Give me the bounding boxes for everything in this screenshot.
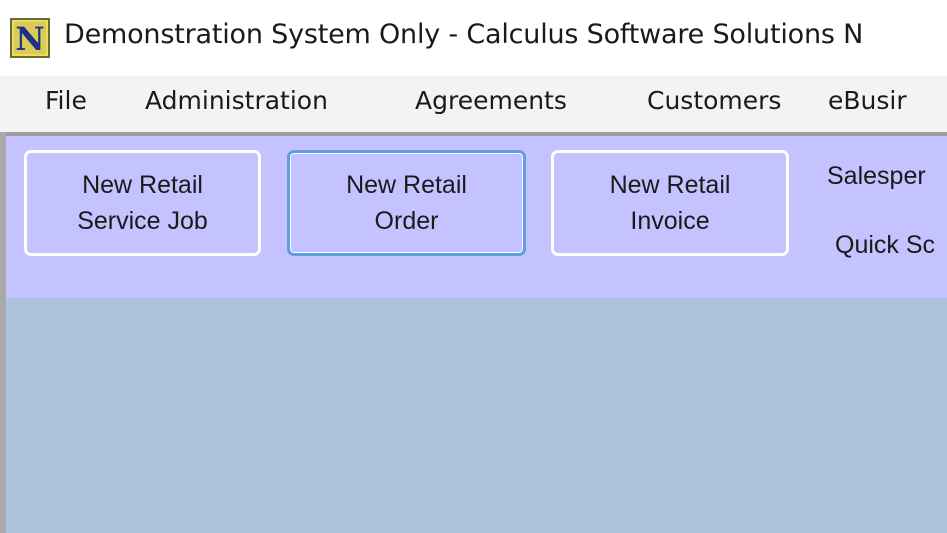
- main-content-area: [6, 298, 947, 533]
- new-retail-order-button[interactable]: New Retail Order: [287, 150, 526, 256]
- button-label-line-1: New Retail: [346, 171, 467, 199]
- button-label-line-2: Order: [374, 207, 439, 235]
- svg-text:N: N: [15, 20, 44, 58]
- button-label-line-2: Service Job: [77, 207, 208, 235]
- button-label-line-1: New Retail: [82, 171, 203, 199]
- menu-administration[interactable]: Administration: [145, 86, 328, 115]
- menu-ebusiness[interactable]: eBusir: [828, 86, 907, 115]
- new-retail-invoice-button[interactable]: New Retail Invoice: [551, 150, 789, 256]
- quick-search-label: Quick Sc: [835, 231, 936, 259]
- button-label-line-1: New Retail: [609, 171, 731, 199]
- window-title: Demonstration System Only - Calculus Sof…: [64, 19, 864, 50]
- menu-bar: File Administration Agreements Customers…: [0, 76, 947, 132]
- salesperson-label: Salesper: [827, 162, 926, 190]
- title-bar: N Demonstration System Only - Calculus S…: [0, 0, 947, 76]
- button-label-line-2: Invoice: [630, 207, 710, 235]
- application-logo-icon: N: [10, 18, 50, 58]
- menu-file[interactable]: File: [45, 86, 87, 115]
- menu-agreements[interactable]: Agreements: [415, 86, 567, 115]
- menu-customers[interactable]: Customers: [647, 86, 781, 115]
- new-retail-service-job-button[interactable]: New Retail Service Job: [24, 150, 261, 256]
